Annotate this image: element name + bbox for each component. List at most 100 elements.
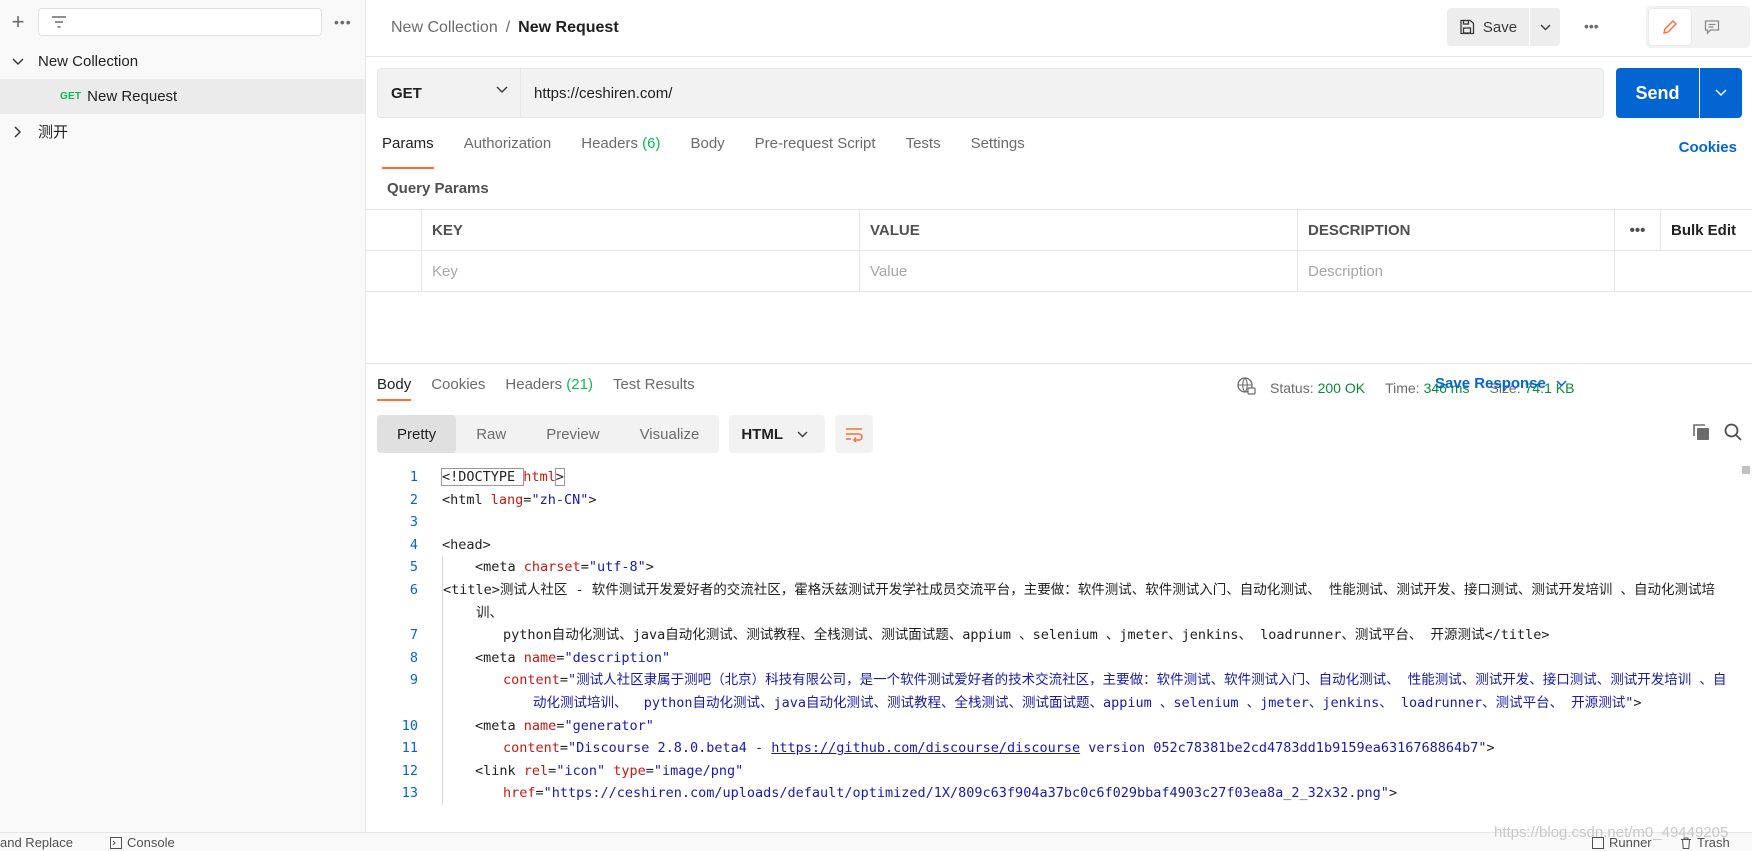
comments-mode-button[interactable] (1691, 9, 1733, 45)
more-options-icon[interactable]: ••• (334, 14, 352, 30)
save-response-label: Save Response (1435, 375, 1546, 392)
table-row: Key Value Description (366, 251, 1752, 292)
save-label: Save (1482, 18, 1518, 36)
request-item[interactable]: GET New Request (0, 79, 365, 114)
chevron-down-icon (1540, 24, 1550, 30)
code-line: 8 <meta name="description" (366, 646, 1736, 670)
more-options-icon[interactable]: ••• (1615, 210, 1661, 250)
tab-response-body[interactable]: Body (377, 376, 412, 401)
edit-mode-button[interactable] (1649, 9, 1691, 45)
eq-token: = (645, 762, 654, 779)
text-token: 测试人社区 - 软件测试开发爱好者的交流社区，霍格沃兹测试开发学社成员交流平台，… (476, 581, 1716, 621)
value-token: "description" (564, 649, 671, 666)
tab-label: Pre-request Script (754, 135, 876, 152)
request-header: New Collection / New Request Save ••• (366, 0, 1752, 57)
tab-label: Tests (905, 135, 941, 152)
response-actions (1679, 422, 1743, 445)
find-replace-button[interactable]: and Replace (0, 835, 73, 850)
description-column-header: DESCRIPTION (1298, 210, 1615, 250)
plus-icon[interactable]: + (8, 11, 28, 33)
response-code-viewer[interactable]: 1 <!DOCTYPE html> 2 <html lang="zh-CN"> … (366, 466, 1736, 832)
bulk-edit-button[interactable]: Bulk Edit (1661, 210, 1752, 250)
pretty-view-button[interactable]: Pretty (377, 415, 457, 453)
eq-token: = (559, 672, 569, 689)
visualize-view-button[interactable]: Visualize (620, 415, 720, 453)
view-mode-toggle (1646, 6, 1750, 48)
tab-test-results[interactable]: Test Results (613, 376, 695, 401)
tab-label: Headers (581, 135, 638, 152)
line-number: 11 (401, 740, 418, 757)
line-number: 5 (409, 559, 418, 576)
more-options-icon[interactable]: ••• (1584, 18, 1599, 34)
response-divider[interactable] (366, 363, 1752, 364)
preview-view-button[interactable]: Preview (526, 415, 619, 453)
status-value[interactable]: 200 OK (1318, 380, 1365, 396)
row-checkbox[interactable] (366, 251, 422, 291)
collection-name: New Collection (38, 53, 139, 70)
language-select[interactable]: HTML (729, 415, 826, 453)
tag-token: <meta (475, 649, 524, 666)
attr-token: name (523, 717, 557, 734)
copy-icon[interactable] (1691, 422, 1711, 445)
value-token: version 052c78381be2cd4783dd1b9159ea6316… (1080, 740, 1487, 757)
filter-input[interactable] (38, 8, 322, 36)
save-button[interactable]: Save (1447, 8, 1529, 46)
code-scrollbar[interactable] (1742, 466, 1750, 474)
method-select[interactable]: GET (377, 68, 521, 118)
cookies-link[interactable]: Cookies (1679, 139, 1737, 156)
console-button[interactable]: Console (110, 835, 175, 850)
tab-settings[interactable]: Settings (971, 135, 1025, 169)
response-tabs: Body Cookies Headers (21) Test Results (377, 376, 715, 401)
tab-authorization[interactable]: Authorization (464, 135, 552, 169)
send-dropdown-button[interactable] (1700, 68, 1742, 118)
tab-label: Authorization (463, 135, 552, 152)
row-spacer (1615, 251, 1752, 291)
tab-tests[interactable]: Tests (906, 135, 941, 169)
view-segment: Pretty Raw Preview Visualize (377, 415, 720, 453)
send-button[interactable]: Send (1616, 68, 1699, 118)
main-panel: New Collection / New Request Save ••• GET (366, 0, 1752, 832)
description-input[interactable]: Description (1298, 251, 1615, 291)
value-token: "zh-CN" (531, 491, 589, 508)
tab-response-headers[interactable]: Headers (21) (505, 376, 593, 401)
tab-body[interactable]: Body (690, 135, 724, 169)
tag-token: <title> (443, 581, 500, 598)
tab-response-cookies[interactable]: Cookies (431, 376, 485, 401)
save-dropdown-button[interactable] (1530, 8, 1560, 46)
save-response-button[interactable]: Save Response (1435, 375, 1567, 392)
tag-end-token: > (1633, 694, 1642, 711)
line-number: 3 (409, 514, 418, 531)
tag-token: <head> (442, 536, 491, 553)
collection-item[interactable]: New Collection (0, 44, 365, 79)
raw-view-button[interactable]: Raw (456, 415, 526, 453)
breadcrumb-collection[interactable]: New Collection (391, 19, 498, 36)
chevron-right-icon[interactable] (10, 124, 26, 140)
globe-icon[interactable] (1236, 376, 1256, 399)
eq-token: = (559, 740, 569, 757)
folder-item[interactable]: 测开 (0, 114, 365, 149)
tab-count: (21) (566, 376, 593, 393)
sidebar: + ••• New Collection GET New Request 测开 (0, 0, 366, 832)
tag-token: <meta (475, 717, 524, 734)
key-input[interactable]: Key (422, 251, 860, 291)
value-token: "icon" (556, 762, 606, 779)
line-number: 13 (401, 785, 418, 802)
code-line: 9 content="测试人社区隶属于测吧（北京）科技有限公司，是一个软件测试爱… (366, 669, 1736, 715)
tab-params[interactable]: Params (382, 135, 434, 169)
tab-label: Headers (505, 376, 563, 393)
tab-count: (6) (642, 135, 661, 152)
value-input[interactable]: Value (860, 251, 1298, 291)
breadcrumb-request[interactable]: New Request (518, 19, 618, 36)
chevron-down-icon[interactable] (10, 54, 26, 70)
code-link[interactable]: https://github.com/discourse/discourse (771, 740, 1080, 756)
response-format-bar: Pretty Raw Preview Visualize HTML (377, 415, 874, 453)
tab-pre-request-script[interactable]: Pre-request Script (755, 135, 876, 169)
tab-headers[interactable]: Headers (6) (581, 135, 660, 169)
wrap-lines-button[interactable] (835, 415, 874, 453)
tab-label: Params (382, 135, 434, 152)
text-token: python自动化测试、java自动化测试、测试教程、全栈测试、测试面试题、ap… (503, 627, 1485, 644)
url-input[interactable]: https://ceshiren.com/ (521, 68, 1604, 118)
doctype-token: <!DOCTYPE (440, 468, 525, 486)
search-icon[interactable] (1723, 422, 1743, 445)
attr-token: href (503, 785, 536, 802)
